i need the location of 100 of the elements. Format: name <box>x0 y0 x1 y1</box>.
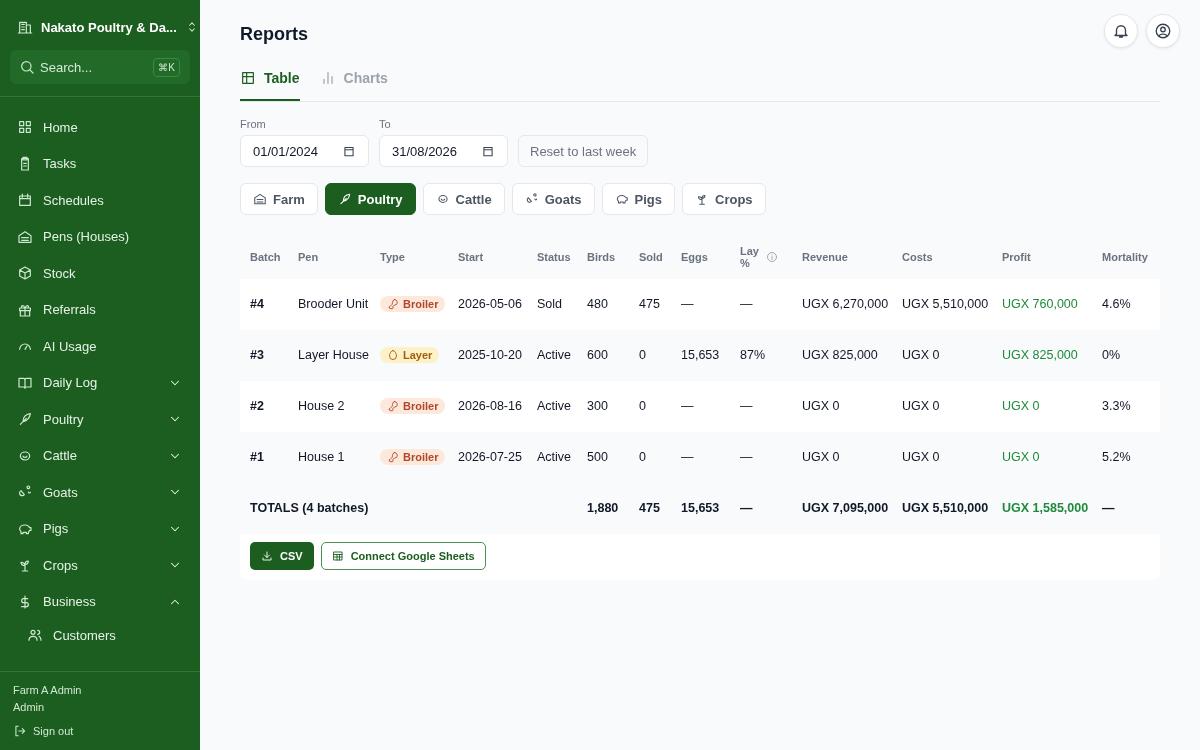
nav-item[interactable]: Stock <box>0 255 200 292</box>
species-tab[interactable]: Goats <box>511 183 595 215</box>
nav-item[interactable]: Cattle <box>0 437 200 474</box>
table-cell: — <box>681 450 694 464</box>
page-title: Reports <box>240 23 308 45</box>
species-tab[interactable]: Cattle <box>422 183 505 215</box>
column-header: Costs <box>902 251 933 263</box>
nav-item[interactable]: Crops <box>0 547 200 584</box>
nav-item[interactable]: AI Usage <box>0 328 200 365</box>
nav-item[interactable]: Poultry <box>0 401 200 438</box>
nav-item[interactable]: Business <box>0 583 200 620</box>
table-cell: 87% <box>740 348 766 362</box>
nav-icon <box>17 411 33 428</box>
egg-icon <box>387 349 399 361</box>
species-tab[interactable]: Pigs <box>601 183 676 215</box>
table-cell: UGX 760,000 <box>1002 297 1078 311</box>
table-cell: 0 <box>639 450 646 464</box>
table-cell: — <box>681 399 694 413</box>
table-icon <box>240 70 256 86</box>
table-cell: House 2 <box>298 399 345 413</box>
species-icon <box>614 192 629 206</box>
drumstick-icon <box>387 451 399 463</box>
type-badge: Broiler <box>380 398 446 414</box>
column-header: Pen <box>298 251 319 263</box>
table-cell: UGX 0 <box>802 450 840 464</box>
table-cell: UGX 825,000 <box>802 348 878 362</box>
table-cell: — <box>681 297 694 311</box>
table-cell: Sold <box>537 297 563 311</box>
nav-item[interactable]: Daily Log <box>0 364 200 401</box>
column-header: Batch <box>250 251 281 263</box>
table-cell: UGX 825,000 <box>1002 348 1078 362</box>
species-tab[interactable]: Farm <box>240 183 318 215</box>
total-cell: 1,880 <box>587 501 619 515</box>
table-cell: #1 <box>250 450 264 464</box>
google-sheets-button[interactable]: Connect Google Sheets <box>320 542 486 570</box>
table-cell: 300 <box>587 399 608 413</box>
species-tab[interactable]: Crops <box>682 183 766 215</box>
nav-subitem[interactable]: Customers <box>0 620 200 650</box>
nav-icon <box>17 119 33 136</box>
column-header: Lay % <box>740 245 760 269</box>
to-date-field[interactable]: 31/08/2026 <box>379 135 508 167</box>
type-badge: Layer <box>380 347 440 363</box>
bell-icon <box>1112 22 1130 40</box>
table-cell: — <box>740 297 753 311</box>
building-icon <box>17 19 33 35</box>
column-header: Birds <box>587 251 616 263</box>
species-icon <box>253 192 267 206</box>
nav-item[interactable]: Referrals <box>0 291 200 328</box>
total-cell: UGX 1,585,000 <box>1002 501 1089 515</box>
table-cell: UGX 0 <box>1002 399 1040 413</box>
table-cell: #2 <box>250 399 264 413</box>
table-cell: House 1 <box>298 450 345 464</box>
species-tab[interactable]: Poultry <box>324 183 416 215</box>
drumstick-icon <box>387 298 399 310</box>
notifications-button[interactable] <box>1104 14 1138 48</box>
user-name: Farm A Admin <box>13 684 83 696</box>
from-date-field[interactable]: 01/01/2024 <box>240 135 369 167</box>
table-cell: #3 <box>250 348 264 362</box>
column-header: Start <box>458 251 484 263</box>
table-cell: — <box>740 450 753 464</box>
table-cell: 600 <box>587 348 608 362</box>
search-icon <box>19 59 35 75</box>
nav-item[interactable]: Pigs <box>0 510 200 547</box>
to-label: To <box>379 118 392 130</box>
table-cell: Active <box>537 348 572 362</box>
table-cell: 0 <box>639 348 646 362</box>
nav-item[interactable]: Goats <box>0 474 200 511</box>
table-cell: 2026-05-06 <box>458 297 522 311</box>
total-cell: UGX 7,095,000 <box>802 501 889 515</box>
column-header: Status <box>537 251 571 263</box>
from-label: From <box>240 118 267 130</box>
species-icon <box>337 192 352 206</box>
spreadsheet-icon <box>331 550 344 562</box>
users-icon <box>27 627 43 643</box>
table-cell: 3.3% <box>1102 399 1131 413</box>
account-button[interactable] <box>1146 14 1180 48</box>
nav-item[interactable]: Pens (Houses) <box>0 218 200 255</box>
table-cell: Layer House <box>298 348 369 362</box>
type-badge: Broiler <box>380 296 446 312</box>
csv-button[interactable]: CSV <box>250 542 314 570</box>
nav-item[interactable]: Home <box>0 109 200 146</box>
download-icon <box>261 550 273 562</box>
column-header: Mortality <box>1102 251 1148 263</box>
table-cell: 15,653 <box>681 348 720 362</box>
total-cell: 15,653 <box>681 501 720 515</box>
table-cell: 500 <box>587 450 608 464</box>
user-role: Admin <box>13 701 46 713</box>
column-header: Revenue <box>802 251 848 263</box>
table-cell: 4.6% <box>1102 297 1131 311</box>
nav-icon <box>17 228 33 245</box>
org-switcher[interactable]: Nakato Poultry & Da... <box>0 0 200 36</box>
nav-item[interactable]: Tasks <box>0 145 200 182</box>
table-cell: #4 <box>250 297 264 311</box>
nav-icon <box>17 192 33 209</box>
reset-button[interactable]: Reset to last week <box>518 135 649 167</box>
column-header: Eggs <box>681 251 708 263</box>
sign-out-link[interactable]: Sign out <box>13 724 187 738</box>
nav-item[interactable]: Schedules <box>0 182 200 219</box>
total-cell: — <box>1102 501 1115 515</box>
view-tab[interactable]: Table <box>240 62 300 101</box>
